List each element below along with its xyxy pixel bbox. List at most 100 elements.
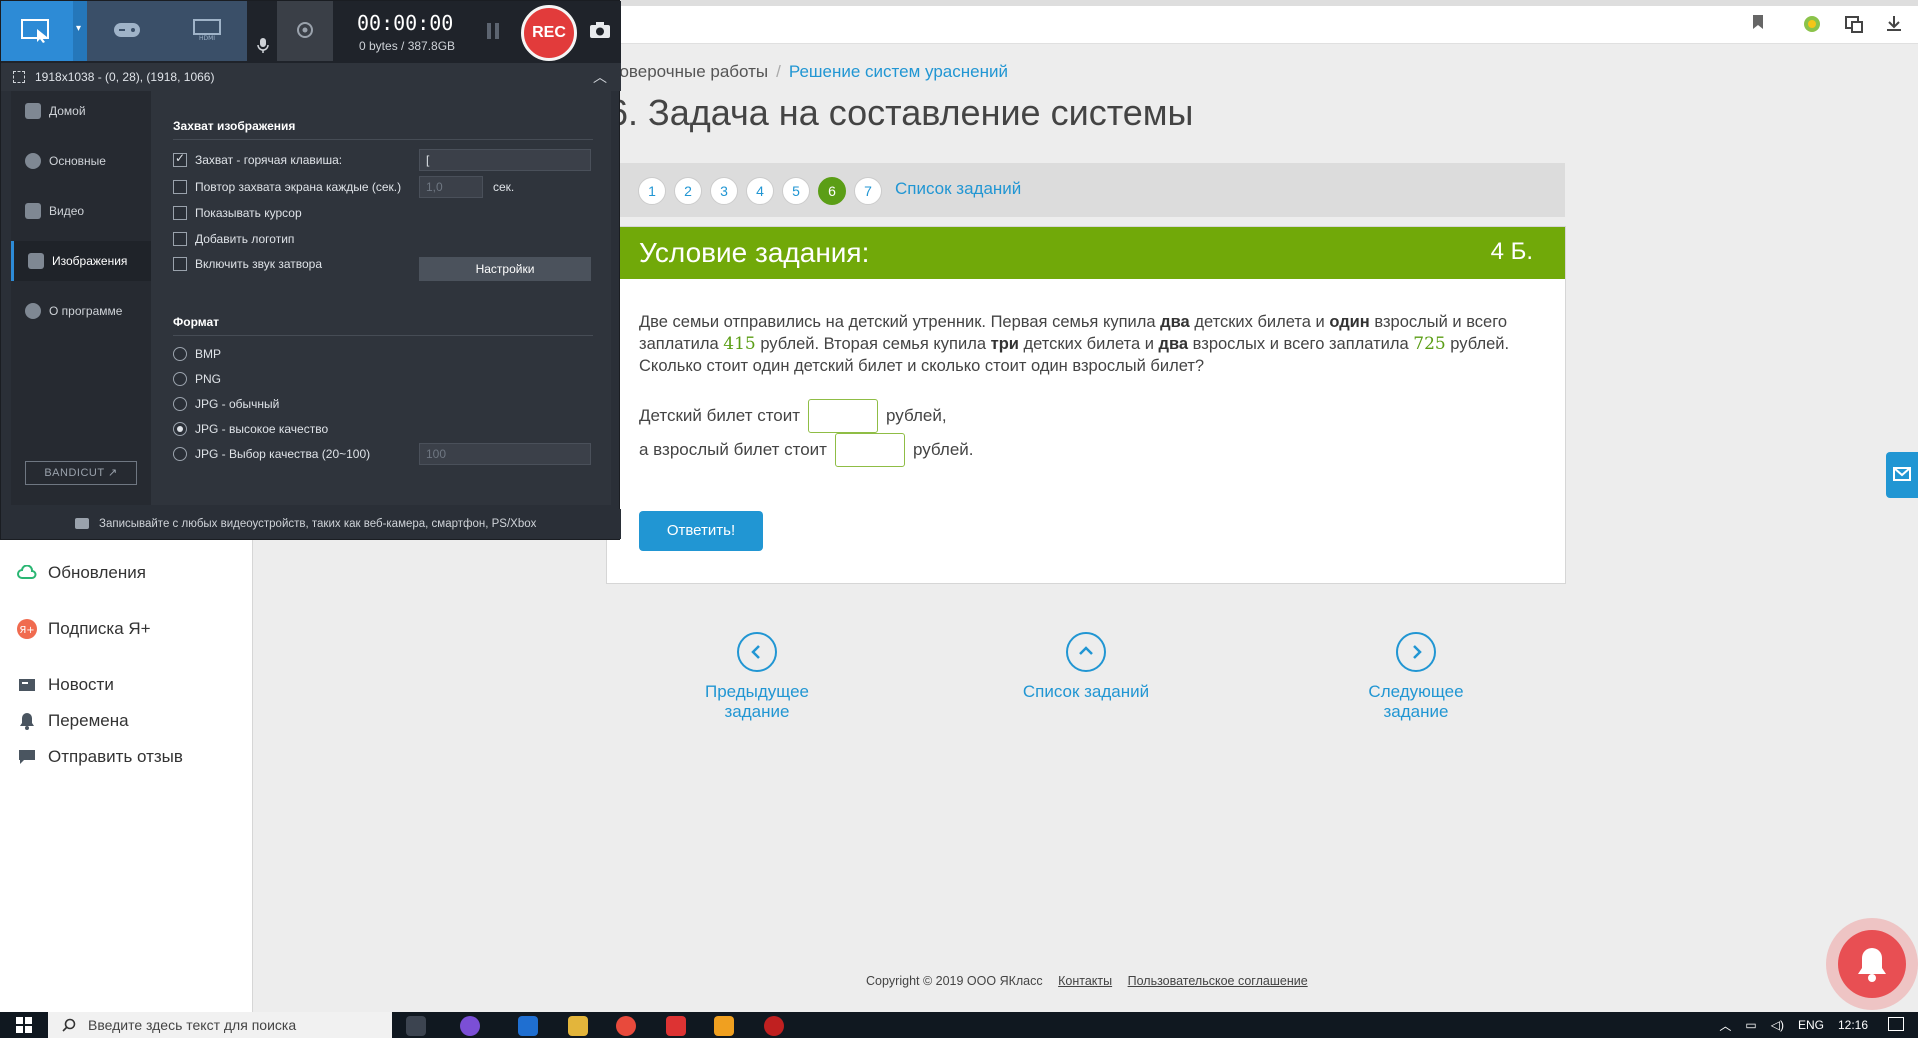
condition-text: детских билета и — [1189, 313, 1330, 331]
video-icon — [25, 203, 41, 219]
webcam-button[interactable] — [277, 1, 333, 61]
chevron-up-icon — [1066, 632, 1106, 672]
microphone-icon — [257, 38, 269, 53]
option-cursor[interactable]: Показывать курсор — [173, 206, 302, 220]
volume-icon[interactable]: ◁) — [1771, 1018, 1784, 1032]
screen-rectangle-mode-button[interactable] — [1, 1, 73, 61]
format-radio[interactable] — [173, 447, 187, 461]
task-number[interactable]: 1 — [638, 177, 666, 205]
user-agreement-link[interactable]: Пользовательское соглашение — [1128, 974, 1308, 988]
edge-browser-icon[interactable] — [518, 1016, 538, 1036]
breadcrumb-parent[interactable]: роверочные работы — [610, 62, 768, 81]
capture-resolution-bar: 1918x1038 - (0, 28), (1918, 1066) ︿ — [1, 63, 621, 91]
format-option-png[interactable]: PNG — [173, 372, 221, 386]
sidebar-item-updates[interactable]: Обновления — [16, 559, 146, 587]
task-number-active[interactable]: 6 — [818, 177, 846, 205]
repeat-interval-field[interactable]: 1,0 — [419, 176, 483, 198]
condition-bold: два — [1158, 335, 1189, 353]
bc-nav-about[interactable]: О программе — [11, 291, 151, 331]
format-option-bmp[interactable]: BMP — [173, 347, 221, 361]
bookmark-icon[interactable] — [1748, 14, 1768, 34]
alice-assistant-icon[interactable] — [460, 1016, 480, 1036]
collapse-chevron-icon[interactable]: ︿ — [593, 63, 607, 91]
yandex-app-icon[interactable] — [666, 1016, 686, 1036]
format-option-jpg-high[interactable]: JPG - высокое качество — [173, 422, 328, 436]
settings-button[interactable]: Настройки — [419, 257, 591, 281]
bc-nav-video[interactable]: Видео — [11, 191, 151, 231]
bandicam-taskbar-icon[interactable] — [764, 1016, 784, 1036]
next-task-link[interactable]: Следующее задание — [1334, 632, 1498, 722]
bc-nav-home[interactable]: Домой — [11, 91, 151, 131]
microphone-button[interactable] — [251, 1, 275, 61]
sidebar-item-feedback[interactable]: Отправить отзыв — [16, 743, 183, 771]
language-indicator[interactable]: ENG — [1798, 1018, 1824, 1032]
gear-icon — [25, 153, 41, 169]
task-number[interactable]: 2 — [674, 177, 702, 205]
network-icon[interactable]: ▭ — [1745, 1018, 1756, 1032]
task-view-icon[interactable] — [406, 1016, 426, 1036]
recording-size: 0 bytes / 387.8GB — [359, 39, 456, 53]
task-number[interactable]: 3 — [710, 177, 738, 205]
translate-icon[interactable] — [1844, 14, 1864, 34]
feedback-mail-tab[interactable] — [1886, 452, 1918, 498]
answer-unit: рублей. — [912, 440, 974, 459]
prev-task-link[interactable]: Предыдущее задание — [672, 632, 842, 722]
tray-arrow-icon[interactable]: ︿ — [1719, 1017, 1731, 1034]
task-list-bottom-link[interactable]: Список заданий — [1012, 632, 1160, 702]
download-icon[interactable] — [1884, 14, 1904, 34]
sidebar-item-subscription[interactable]: Я+ Подписка Я+ — [16, 615, 151, 643]
logo-checkbox[interactable] — [173, 232, 187, 246]
notification-bell-button[interactable] — [1826, 918, 1918, 1010]
bc-nav-images[interactable]: Изображения — [11, 241, 151, 281]
bc-nav-general[interactable]: Основные — [11, 141, 151, 181]
submit-answer-button[interactable]: Ответить! — [639, 511, 763, 551]
mode-dropdown-button[interactable]: ▾ — [73, 1, 87, 61]
system-tray: ︿ ▭ ◁) ENG 12:16 — [1719, 1012, 1868, 1038]
child-ticket-input[interactable] — [808, 399, 879, 433]
format-radio[interactable] — [173, 397, 187, 411]
bandicut-button[interactable]: BANDICUT ↗ — [25, 461, 137, 485]
clock[interactable]: 12:16 — [1838, 1018, 1868, 1032]
format-option-jpg-normal[interactable]: JPG - обычный — [173, 397, 279, 411]
pause-button[interactable] — [487, 23, 503, 41]
hotkey-field[interactable]: [ — [419, 149, 591, 171]
home-icon — [25, 103, 41, 119]
sidebar-item-label: Подписка Я+ — [48, 619, 151, 638]
contacts-link[interactable]: Контакты — [1058, 974, 1112, 988]
option-logo[interactable]: Добавить логотип — [173, 232, 294, 246]
device-mode-button[interactable]: HDMI — [167, 1, 247, 61]
sublime-app-icon[interactable] — [714, 1016, 734, 1036]
option-shutter-sound[interactable]: Включить звук затвора — [173, 257, 322, 271]
task-number[interactable]: 5 — [782, 177, 810, 205]
yandex-browser-icon[interactable] — [616, 1016, 636, 1036]
sidebar-item-label: Новости — [48, 675, 114, 694]
sidebar-item-break[interactable]: Перемена — [16, 707, 129, 735]
repeat-checkbox[interactable] — [173, 180, 187, 194]
extension-icon[interactable] — [1802, 14, 1822, 34]
footer: Copyright © 2019 ООО ЯКласс Контакты Пол… — [866, 974, 1308, 988]
format-radio-selected[interactable] — [173, 422, 187, 436]
screenshot-button[interactable] — [589, 21, 613, 41]
breadcrumb-current[interactable]: Решение систем урaснений — [789, 62, 1008, 81]
format-radio[interactable] — [173, 347, 187, 361]
start-button[interactable] — [0, 1012, 48, 1038]
sidebar-item-news[interactable]: Новости — [16, 671, 114, 699]
bandicam-promo-bar[interactable]: Записывайте с любых видеоустройств, таки… — [1, 509, 621, 539]
jpg-quality-field[interactable]: 100 — [419, 443, 591, 465]
cursor-checkbox[interactable] — [173, 206, 187, 220]
option-repeat[interactable]: Повтор захвата экрана каждые (сек.) — [173, 180, 401, 194]
adult-ticket-input[interactable] — [834, 433, 905, 467]
option-hotkey[interactable]: Захват - горячая клавиша: — [173, 151, 342, 167]
game-mode-button[interactable] — [87, 1, 167, 61]
file-explorer-icon[interactable] — [568, 1016, 588, 1036]
format-option-jpg-custom[interactable]: JPG - Выбор качества (20~100) — [173, 447, 370, 461]
format-radio[interactable] — [173, 372, 187, 386]
hotkey-checkbox[interactable] — [173, 151, 187, 167]
task-number[interactable]: 4 — [746, 177, 774, 205]
task-number[interactable]: 7 — [854, 177, 882, 205]
task-list-link[interactable]: Список заданий — [895, 179, 1021, 199]
record-button[interactable]: REC — [521, 5, 577, 61]
shutter-sound-checkbox[interactable] — [173, 257, 187, 271]
action-center-icon[interactable] — [1888, 1017, 1904, 1031]
taskbar-search-input[interactable]: Введите здесь текст для поиска — [48, 1012, 392, 1038]
